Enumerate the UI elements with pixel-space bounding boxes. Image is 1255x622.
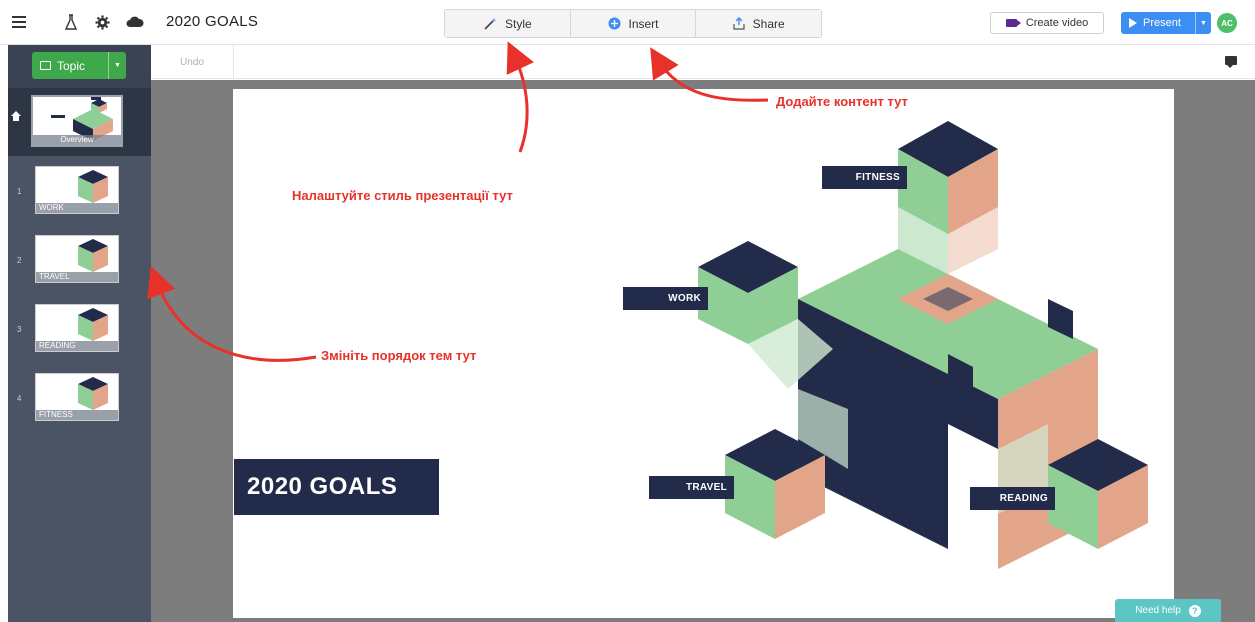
slide-number: 1	[17, 187, 22, 196]
video-camera-icon	[1005, 19, 1021, 27]
present-dropdown-icon[interactable]: ▼	[1195, 12, 1211, 34]
topic-sidebar: Topic ▼ Overview 1 WORK 2 TRAVEL 3 READI…	[8, 45, 151, 622]
create-video-label: Create video	[1025, 17, 1089, 29]
slide-thumbnail[interactable]: WORK	[35, 166, 119, 214]
slide-thumbnail-label: TRAVEL	[36, 272, 118, 282]
home-icon	[11, 111, 21, 124]
question-icon: ?	[1188, 604, 1201, 617]
overview-thumbnail[interactable]: Overview	[31, 95, 123, 147]
topic-button-label: Topic	[57, 58, 86, 73]
sidebar-item-travel[interactable]: 2 TRAVEL	[8, 232, 151, 292]
travel-tag[interactable]: TRAVEL	[649, 476, 734, 499]
slide-number: 2	[17, 256, 22, 265]
share-button[interactable]: Share	[696, 10, 822, 37]
slide-thumbnail-label: FITNESS	[36, 410, 118, 420]
slide-title[interactable]: 2020 GOALS	[234, 459, 439, 515]
plus-circle-icon	[608, 17, 620, 30]
slide-thumbnail-label: READING	[36, 341, 118, 351]
cloud-icon[interactable]	[124, 11, 146, 33]
sidebar-item-fitness[interactable]: 4 FITNESS	[8, 370, 151, 430]
style-button-label: Style	[504, 16, 532, 31]
slide-thumbnail[interactable]: TRAVEL	[35, 235, 119, 283]
topic-header: Topic ▼	[8, 45, 151, 88]
settings-icon[interactable]	[91, 11, 113, 33]
magic-wand-icon	[484, 17, 497, 30]
share-button-label: Share	[752, 16, 785, 31]
add-topic-button[interactable]: Topic ▼	[32, 52, 126, 79]
play-icon	[1129, 18, 1137, 28]
top-toolbar: 2020 GOALS Style Insert Share Create vid…	[0, 0, 1255, 45]
create-video-button[interactable]: Create video	[990, 12, 1104, 34]
need-help-label: Need help	[1135, 605, 1181, 616]
slide-thumbnail[interactable]: READING	[35, 304, 119, 352]
slide-thumbnail[interactable]: FITNESS	[35, 373, 119, 421]
main-action-group: Style Insert Share	[444, 9, 822, 38]
comment-icon[interactable]	[1225, 56, 1237, 68]
work-tag[interactable]: WORK	[623, 287, 708, 310]
sidebar-item-work[interactable]: 1 WORK	[8, 163, 151, 223]
overview-label: Overview	[33, 135, 121, 145]
style-annotation: Налаштуйте стиль презентації тут	[292, 188, 513, 203]
insert-annotation: Додайте контент тут	[776, 94, 908, 109]
sidebar-item-overview[interactable]: Overview	[8, 88, 151, 156]
need-help-button[interactable]: Need help ?	[1115, 599, 1221, 622]
editor-subbar: Undo	[151, 45, 1255, 79]
insert-button[interactable]: Insert	[570, 10, 697, 37]
style-button[interactable]: Style	[445, 10, 571, 37]
slide-number: 3	[17, 325, 22, 334]
present-button[interactable]: Present ▼	[1121, 12, 1211, 34]
share-upload-icon	[733, 17, 745, 30]
order-annotation: Змініть порядок тем тут	[321, 348, 477, 363]
slide-thumbnail-label: WORK	[36, 203, 118, 213]
undo-button[interactable]: Undo	[151, 45, 234, 79]
topic-frame-icon	[40, 61, 51, 70]
menu-icon[interactable]	[8, 11, 30, 33]
insert-button-label: Insert	[628, 16, 659, 31]
user-avatar[interactable]: AC	[1217, 13, 1237, 33]
reading-tag[interactable]: READING	[970, 487, 1055, 510]
flask-icon[interactable]	[60, 11, 82, 33]
sidebar-item-reading[interactable]: 3 READING	[8, 301, 151, 361]
slide-number: 4	[17, 394, 22, 403]
editor-canvas: FITNESS WORK TRAVEL READING 2020 GOALS	[151, 80, 1255, 622]
fitness-tag[interactable]: FITNESS	[822, 166, 907, 189]
document-title[interactable]: 2020 GOALS	[166, 13, 258, 30]
topic-dropdown-icon[interactable]: ▼	[108, 52, 126, 79]
present-label: Present	[1143, 17, 1181, 29]
